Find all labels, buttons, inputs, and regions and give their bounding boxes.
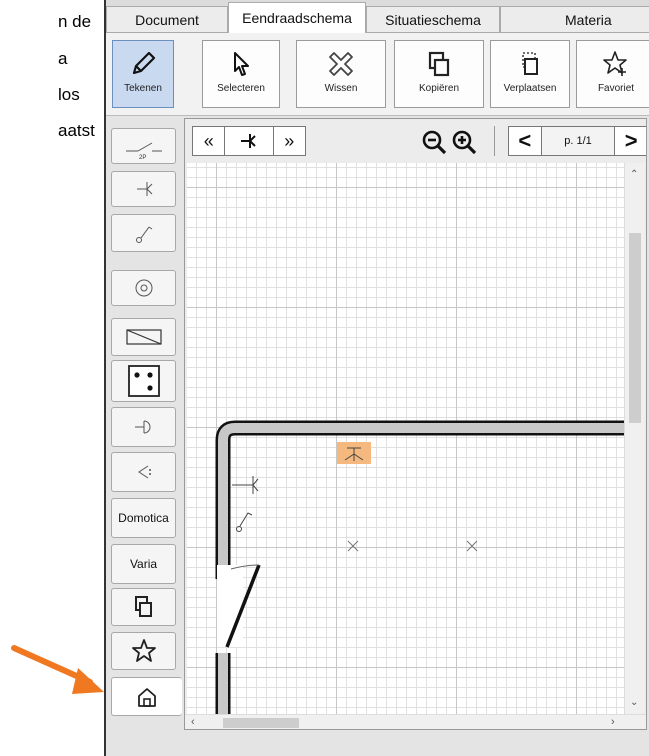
tab-bar: Document Eendraadschema Situatieschema M…	[106, 0, 649, 33]
canvas-toolbar: « » < p. 1/1 >	[185, 119, 646, 163]
page-navigator: < p. 1/1 >	[508, 126, 646, 156]
button-label: Wissen	[324, 83, 358, 94]
pencil-icon	[132, 51, 156, 75]
tab-situatieschema[interactable]: Situatieschema	[366, 6, 500, 32]
sidebar-item-switch[interactable]	[111, 214, 176, 252]
circle-symbol-icon	[135, 279, 152, 297]
house-icon	[138, 687, 156, 707]
zoom-in-button[interactable]	[451, 129, 477, 160]
doc-text-line: los	[58, 85, 80, 104]
light-point-marker[interactable]	[466, 540, 478, 552]
sidebar-item-circle[interactable]	[111, 270, 176, 306]
tab-materiaal[interactable]: Materia	[500, 6, 649, 32]
tab-eendraadschema[interactable]: Eendraadschema	[228, 2, 366, 33]
copy-button[interactable]: Kopiëren	[394, 40, 484, 108]
move-icon	[522, 52, 538, 75]
scroll-left-icon[interactable]: ‹	[191, 716, 195, 728]
current-symbol[interactable]	[225, 127, 274, 155]
symbol-navigator: « »	[192, 126, 306, 156]
sidebar-item-socket[interactable]	[111, 171, 176, 207]
star-plus-icon	[603, 51, 627, 76]
horizontal-scroll-thumb[interactable]	[223, 718, 299, 728]
doc-text-line: a	[58, 49, 68, 68]
sidebar-item-domotica[interactable]: Domotica	[111, 498, 176, 538]
previous-symbol-button[interactable]: «	[193, 127, 226, 155]
sidebar-item-label: Varia	[129, 557, 158, 571]
previous-page-button[interactable]: <	[509, 127, 542, 155]
button-label: Verplaatsen	[503, 83, 557, 94]
button-label: Favoriet	[597, 83, 635, 94]
main-toolbar: Tekenen Selecteren Wissen Kopiëren Verpl…	[106, 33, 649, 116]
doc-text-line: aatst	[58, 121, 95, 140]
wall	[218, 423, 624, 579]
plug-symbol-icon	[134, 420, 150, 434]
switch-symbol[interactable]	[236, 526, 242, 532]
horizontal-scrollbar[interactable]: ‹ ›	[185, 714, 646, 729]
star-icon	[131, 639, 156, 662]
sidebar-item-varia[interactable]: Varia	[111, 544, 176, 584]
socket-symbol-icon	[240, 134, 256, 148]
sidebar-item-two-pole-switch[interactable]: 2P	[111, 128, 176, 164]
copy-icon	[428, 51, 450, 77]
scroll-down-icon[interactable]: ⌄	[630, 697, 638, 708]
sidebar-item-diagonal-box[interactable]	[111, 318, 176, 356]
next-page-button[interactable]: >	[615, 127, 646, 155]
tab-label: Eendraadschema	[242, 10, 352, 26]
sidebar-item-star[interactable]	[111, 632, 176, 670]
button-label: Kopiëren	[418, 83, 460, 94]
sidebar-item-speaker[interactable]	[111, 452, 176, 492]
cursor-icon	[234, 52, 249, 76]
tab-document[interactable]: Document	[106, 6, 228, 32]
situatieschema-canvas-frame: « » < p. 1/1 > ⌃ ⌄ ‹ ›	[184, 118, 647, 730]
sidebar-item-label: 2P	[139, 155, 146, 161]
copy-icon	[134, 596, 152, 617]
document-text-fragment: n de a los aatst	[0, 0, 104, 756]
tab-label: Document	[135, 11, 199, 28]
speaker-symbol-icon	[137, 465, 151, 479]
select-button[interactable]: Selecteren	[202, 40, 280, 108]
erase-icon	[329, 52, 353, 76]
vertical-scrollbar[interactable]: ⌃ ⌄	[624, 163, 645, 714]
socket-symbol-icon	[136, 182, 152, 196]
tab-label: Situatieschema	[385, 11, 481, 28]
scroll-up-icon[interactable]: ⌃	[630, 169, 638, 180]
dice-icon	[127, 365, 160, 397]
sidebar-item-dice[interactable]	[111, 360, 176, 402]
tab-label: Materia	[565, 11, 612, 28]
zoom-in-icon	[452, 130, 477, 155]
next-symbol-button[interactable]: »	[274, 127, 305, 155]
scroll-right-icon[interactable]: ›	[611, 716, 615, 728]
light-point-marker[interactable]	[347, 540, 359, 552]
zoom-out-button[interactable]	[421, 129, 447, 160]
page-indicator: p. 1/1	[541, 127, 616, 155]
sidebar-item-copy[interactable]	[111, 588, 176, 626]
socket-symbol[interactable]	[232, 476, 259, 494]
button-label: Tekenen	[124, 83, 162, 94]
sidebar-item-label: Domotica	[118, 511, 169, 525]
toolbar-divider	[494, 126, 495, 156]
sidebar-item-house[interactable]	[111, 677, 182, 716]
sidebar-item-plug[interactable]	[111, 407, 176, 447]
application-window: Document Eendraadschema Situatieschema M…	[104, 0, 649, 756]
two-pole-switch-icon: 2P	[125, 142, 162, 161]
zoom-out-icon	[422, 130, 447, 155]
switch-symbol-icon	[135, 226, 152, 243]
move-button[interactable]: Verplaatsen	[490, 40, 570, 108]
diagonal-box-icon	[125, 329, 162, 345]
erase-button[interactable]: Wissen	[296, 40, 386, 108]
draw-button[interactable]: Tekenen	[112, 40, 174, 108]
button-label: Selecteren	[217, 83, 265, 94]
floorplan-drawing	[215, 420, 624, 714]
vertical-scroll-thumb[interactable]	[629, 233, 641, 423]
favorite-button[interactable]: Favoriet	[576, 40, 649, 108]
doc-text-line: n de	[58, 12, 92, 31]
drawing-grid[interactable]	[187, 163, 624, 714]
